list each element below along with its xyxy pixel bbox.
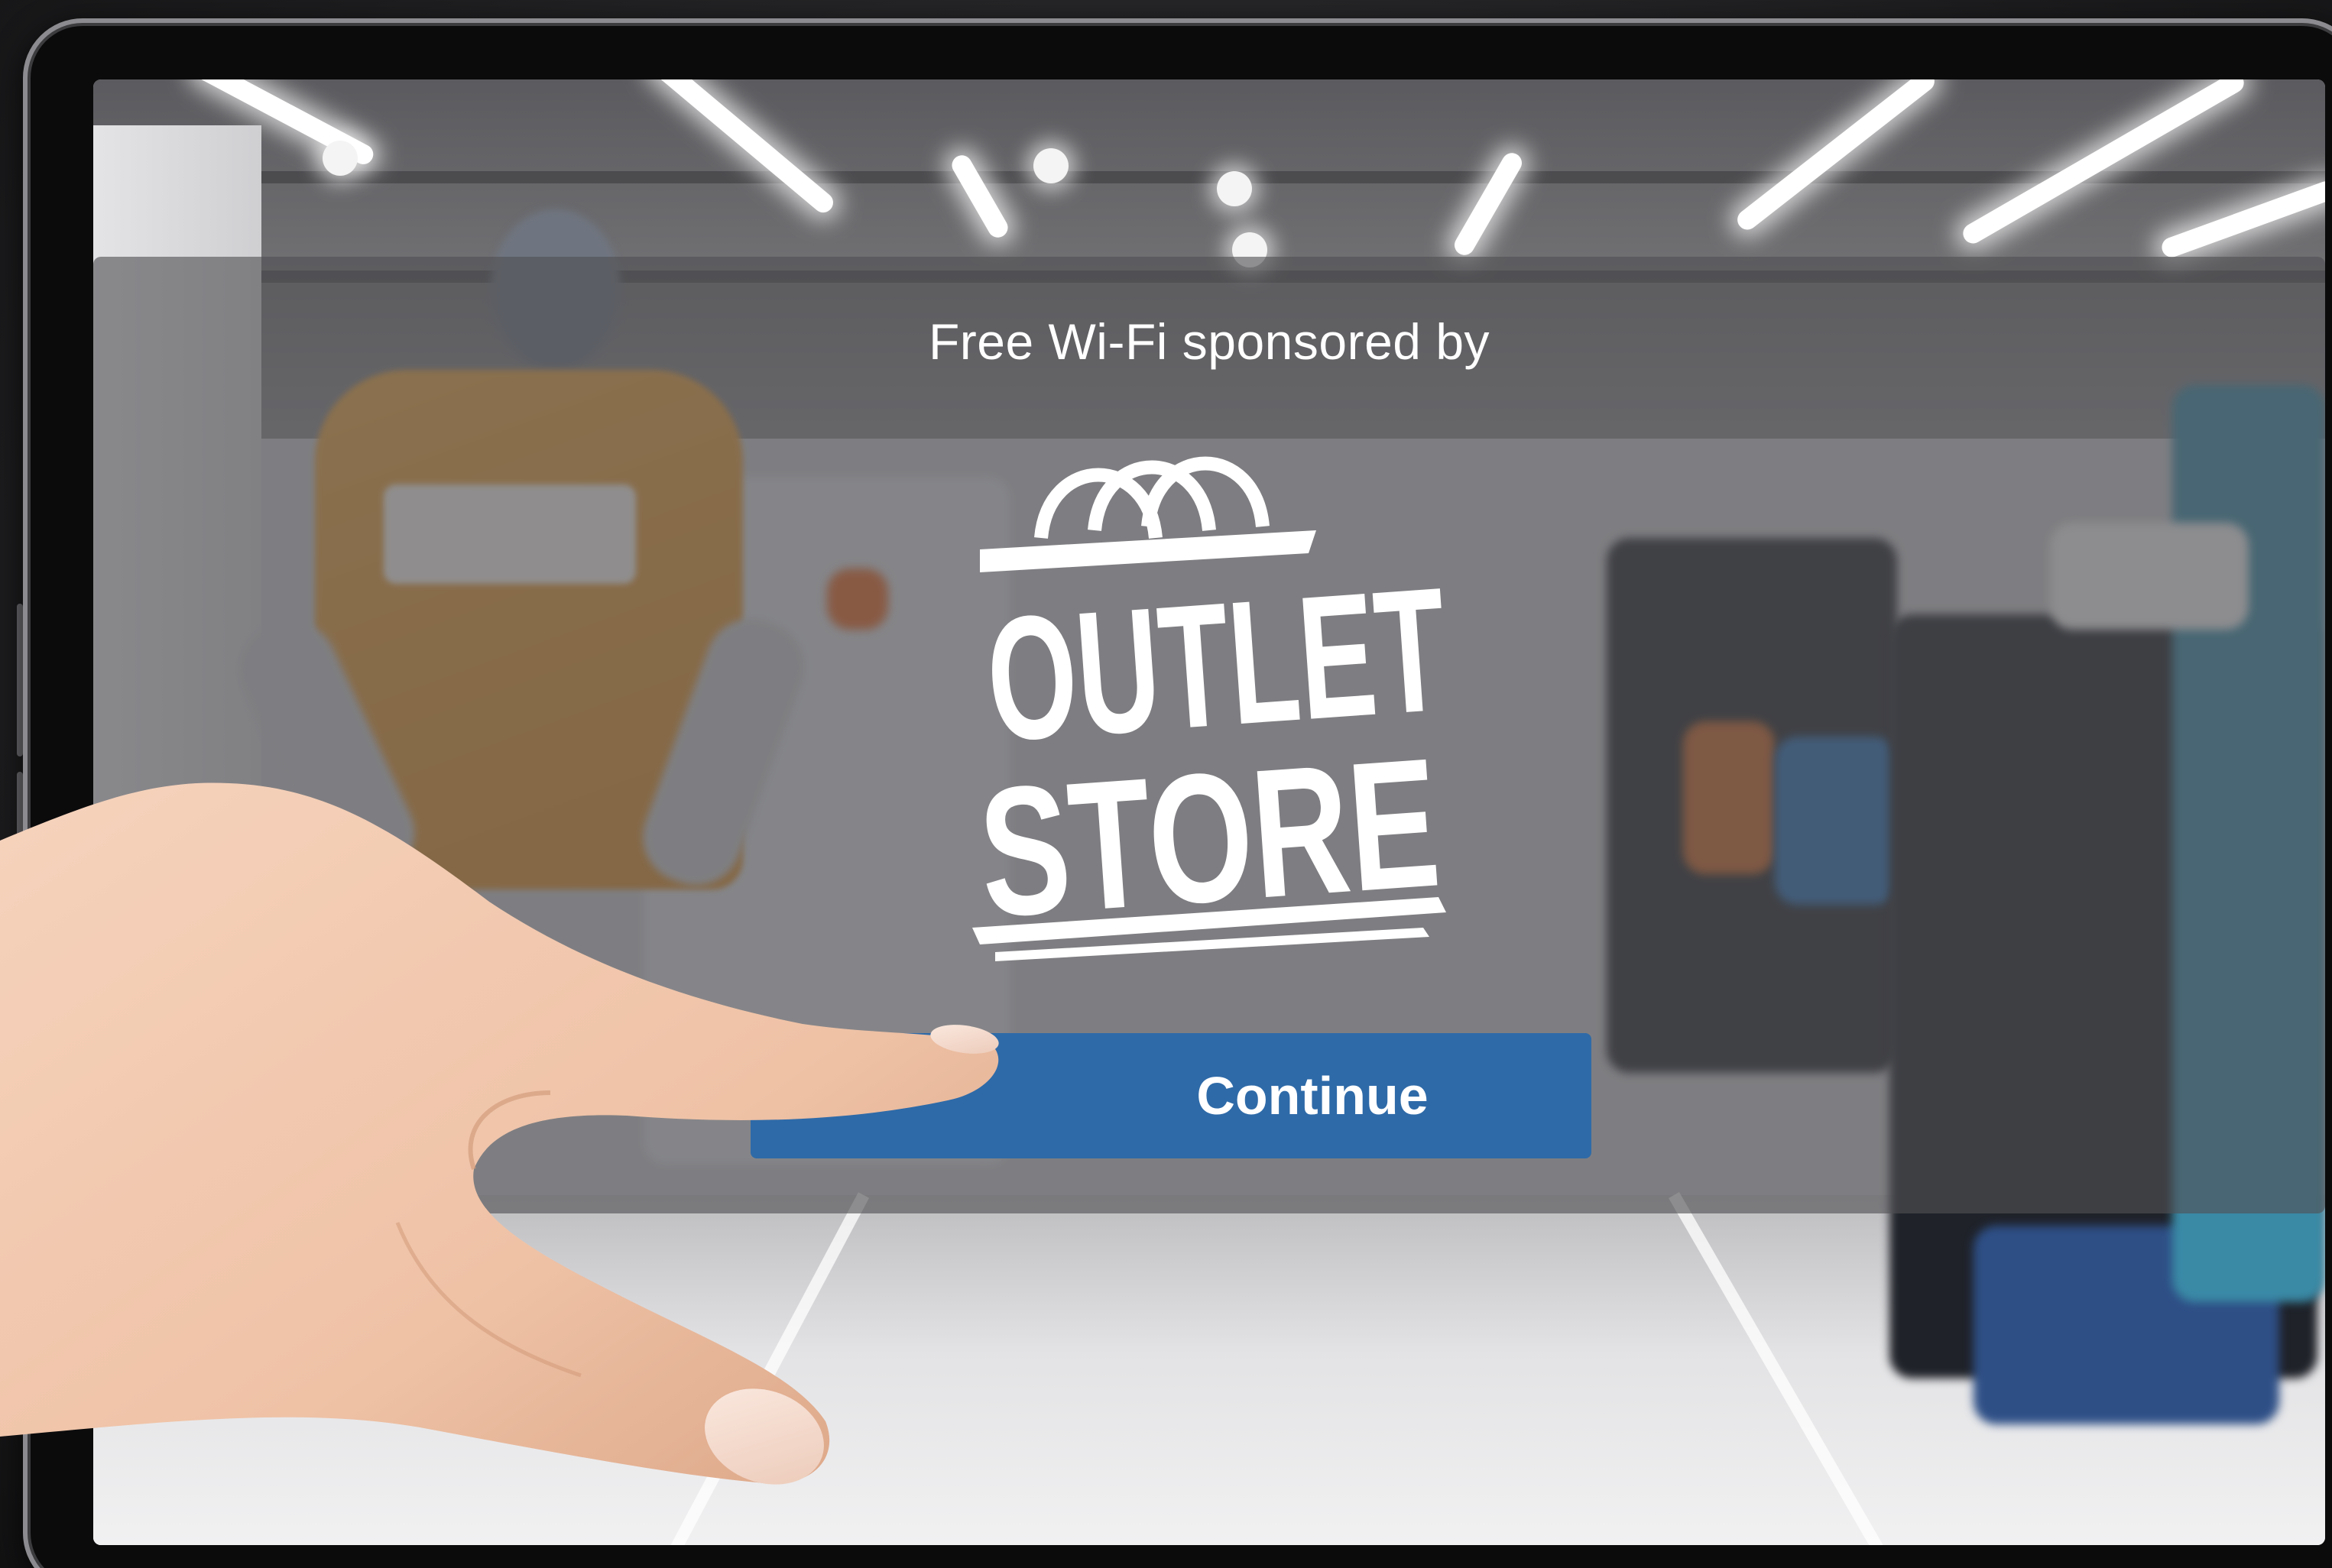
captive-portal-screen: Free Wi-Fi sponsored by OUTLET STORE Con… (93, 79, 2325, 1545)
spotlight (323, 141, 358, 176)
photo-stage: Free Wi-Fi sponsored by OUTLET STORE Con… (0, 0, 2332, 1568)
outlet-store-logo: OUTLET STORE (972, 456, 1452, 961)
spotlight (1217, 171, 1252, 206)
tablet-frame: Free Wi-Fi sponsored by OUTLET STORE Con… (23, 18, 2332, 1568)
continue-button[interactable]: Continue (751, 1033, 1591, 1158)
spotlight (1033, 148, 1069, 183)
ceiling-beam (93, 171, 2325, 183)
sponsor-heading: Free Wi-Fi sponsored by (928, 313, 1490, 370)
tablet-side-button-2 (17, 772, 23, 841)
bag-handle-icon (1034, 456, 1270, 539)
tablet-side-button (17, 604, 23, 756)
